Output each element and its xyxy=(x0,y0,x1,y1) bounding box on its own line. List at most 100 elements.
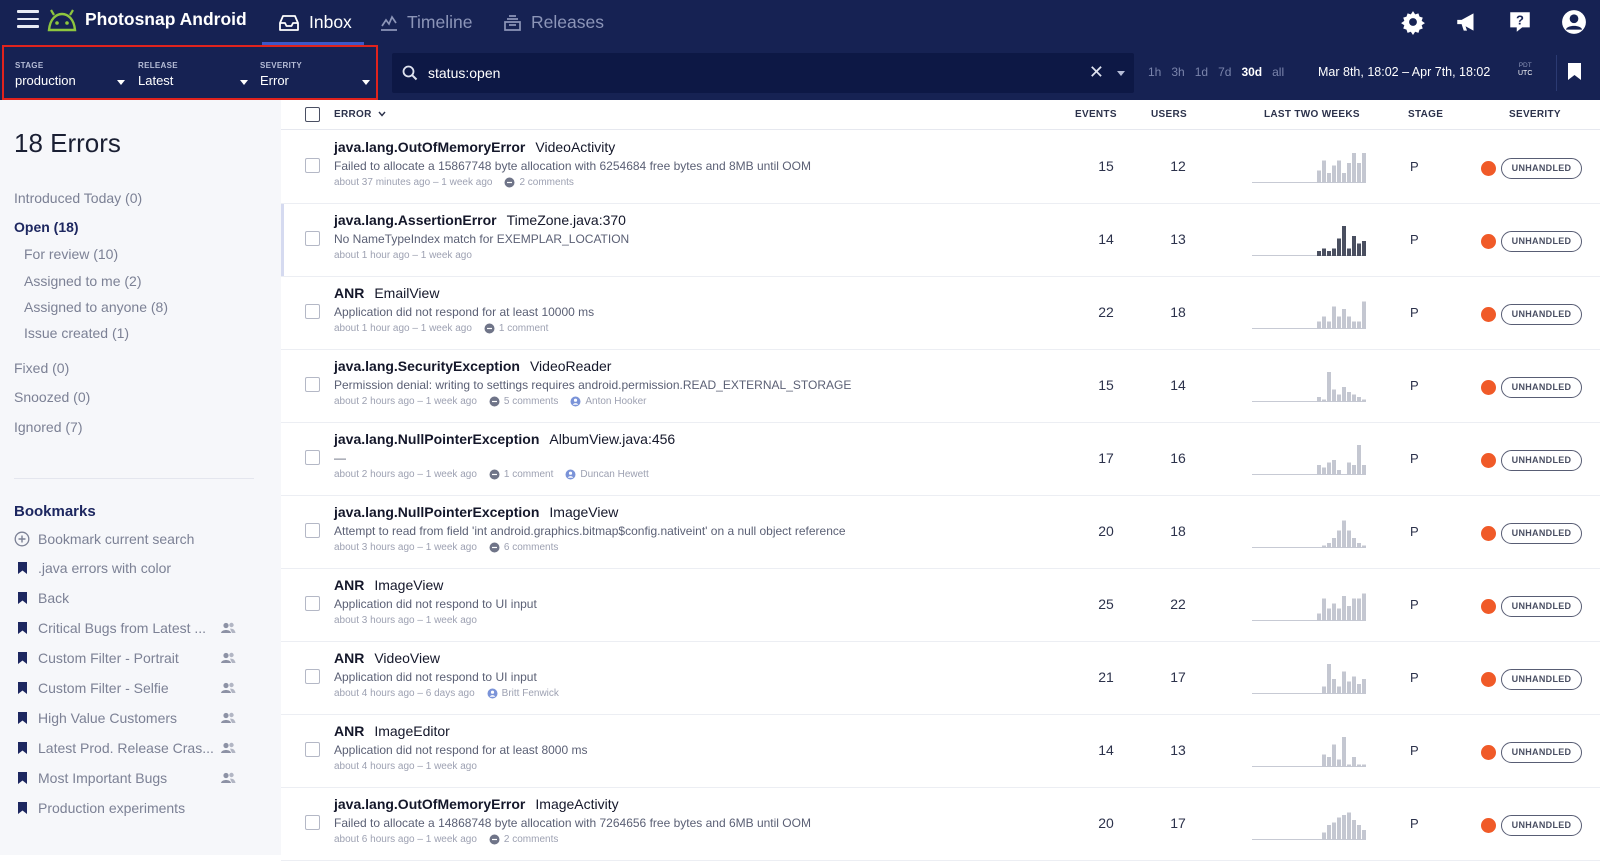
row-checkbox[interactable] xyxy=(305,523,320,538)
table-row[interactable]: java.lang.NullPointerException AlbumView.… xyxy=(281,423,1600,496)
table-row[interactable]: java.lang.AssertionError TimeZone.java:37… xyxy=(281,204,1600,277)
table-row[interactable]: java.lang.OutOfMemoryError VideoActivity F… xyxy=(281,131,1600,204)
row-comments[interactable]: 1 comment xyxy=(484,323,548,334)
sparkline-bar xyxy=(1337,160,1341,183)
row-comments[interactable]: 1 comment xyxy=(489,469,553,480)
row-assignee[interactable]: Anton Hooker xyxy=(570,396,647,407)
stage-dropdown[interactable]: STAGE production xyxy=(15,61,76,91)
filter-assigned-to-me[interactable]: Assigned to me (2) xyxy=(24,273,142,289)
tab-releases[interactable]: Releases xyxy=(503,0,604,45)
error-title[interactable]: ANR EmailView xyxy=(334,285,439,301)
error-title[interactable]: java.lang.AssertionError TimeZone.java:37… xyxy=(334,212,626,228)
error-title[interactable]: ANR VideoView xyxy=(334,650,440,666)
release-dropdown[interactable]: RELEASE Latest xyxy=(138,61,178,91)
filter-fixed[interactable]: Fixed (0) xyxy=(14,360,69,376)
events-count: 22 xyxy=(1098,304,1114,320)
row-checkbox[interactable] xyxy=(305,231,320,246)
bookmark-item[interactable]: High Value Customers xyxy=(14,708,236,728)
chevron-down-icon[interactable] xyxy=(1117,71,1125,76)
help-icon[interactable]: ? xyxy=(1507,9,1533,35)
filter-issue-created[interactable]: Issue created (1) xyxy=(24,325,129,341)
megaphone-icon[interactable] xyxy=(1454,9,1480,35)
error-title[interactable]: java.lang.OutOfMemoryError ImageActivity xyxy=(334,796,619,812)
shared-users-icon xyxy=(221,652,236,663)
bookmark-item[interactable]: Critical Bugs from Latest ... xyxy=(14,618,236,638)
tab-inbox[interactable]: Inbox xyxy=(262,0,364,45)
table-row[interactable]: ANR ImageEditor Application did not respon… xyxy=(281,715,1600,788)
chevron-down-icon[interactable] xyxy=(117,80,125,85)
search-box[interactable]: ✕ xyxy=(392,53,1134,93)
search-input[interactable] xyxy=(428,61,1048,85)
app-title[interactable]: Photosnap Android xyxy=(85,9,247,30)
row-comments[interactable]: 6 comments xyxy=(489,542,558,553)
row-assignee[interactable]: Britt Fenwick xyxy=(487,688,559,699)
table-row[interactable]: java.lang.SecurityException VideoReader Pe… xyxy=(281,350,1600,423)
row-checkbox[interactable] xyxy=(305,669,320,684)
status-badge: UNHANDLED xyxy=(1501,596,1582,617)
range-3h[interactable]: 3h xyxy=(1171,65,1184,79)
filter-ignored[interactable]: Ignored (7) xyxy=(14,419,82,435)
row-checkbox[interactable] xyxy=(305,304,320,319)
bookmark-icon[interactable] xyxy=(1568,63,1581,80)
bookmark-item[interactable]: Production experiments xyxy=(14,798,185,818)
row-checkbox[interactable] xyxy=(305,158,320,173)
user-icon[interactable] xyxy=(1561,9,1587,35)
bookmark-item[interactable]: Back xyxy=(14,588,69,608)
chevron-down-icon[interactable] xyxy=(240,80,248,85)
error-title[interactable]: ANR ImageView xyxy=(334,577,443,593)
row-assignee[interactable]: Duncan Hewett xyxy=(565,469,649,480)
bookmark-item[interactable]: Custom Filter - Portrait xyxy=(14,648,236,668)
column-events[interactable]: EVENTS xyxy=(1075,109,1117,120)
row-checkbox[interactable] xyxy=(305,450,320,465)
table-row[interactable]: java.lang.OutOfMemoryError ImageActivity F… xyxy=(281,788,1600,861)
filter-for-review[interactable]: For review (10) xyxy=(24,246,118,262)
chevron-down-icon[interactable] xyxy=(362,80,370,85)
error-title[interactable]: java.lang.SecurityException VideoReader xyxy=(334,358,611,374)
sparkline-bar xyxy=(1322,316,1326,329)
error-title[interactable]: java.lang.NullPointerException AlbumView.… xyxy=(334,431,675,447)
error-title[interactable]: java.lang.NullPointerException ImageView xyxy=(334,504,618,520)
range-7d[interactable]: 7d xyxy=(1218,65,1231,79)
range-1h[interactable]: 1h xyxy=(1148,65,1161,79)
close-icon[interactable]: ✕ xyxy=(1089,62,1104,83)
column-error-sort[interactable]: ERROR xyxy=(334,109,386,120)
bookmark-label: Production experiments xyxy=(38,800,186,816)
bookmark-item[interactable]: .java errors with color xyxy=(14,558,171,578)
column-last-two-weeks: LAST TWO WEEKS xyxy=(1264,109,1360,120)
filter-open[interactable]: Open (18) xyxy=(14,219,79,235)
severity-dropdown[interactable]: SEVERITY Error xyxy=(260,61,302,91)
row-checkbox[interactable] xyxy=(305,815,320,830)
table-row[interactable]: ANR VideoView Application did not respond … xyxy=(281,642,1600,715)
range-1d[interactable]: 1d xyxy=(1195,65,1208,79)
table-row[interactable]: java.lang.NullPointerException ImageView A… xyxy=(281,496,1600,569)
menu-icon[interactable] xyxy=(17,10,39,30)
row-comments[interactable]: 2 comments xyxy=(489,834,558,845)
date-range-picker[interactable]: Mar 8th, 18:02 – Apr 7th, 18:02 xyxy=(1318,65,1490,79)
select-all-checkbox[interactable] xyxy=(305,107,320,122)
timezone-toggle[interactable]: PDT UTC xyxy=(1518,62,1532,78)
bookmark-item[interactable]: Latest Prod. Release Cras... xyxy=(14,738,236,758)
error-title[interactable]: java.lang.OutOfMemoryError VideoActivity xyxy=(334,139,615,155)
row-checkbox[interactable] xyxy=(305,742,320,757)
row-checkbox[interactable] xyxy=(305,596,320,611)
row-comments[interactable]: 5 comments xyxy=(489,396,558,407)
bookmark-label: Bookmark current search xyxy=(38,531,195,547)
svg-text:?: ? xyxy=(1516,13,1524,28)
filter-introduced-today[interactable]: Introduced Today (0) xyxy=(14,190,142,206)
error-title[interactable]: ANR ImageEditor xyxy=(334,723,450,739)
tab-timeline[interactable]: Timeline xyxy=(380,0,472,45)
row-checkbox[interactable] xyxy=(305,377,320,392)
filter-snoozed[interactable]: Snoozed (0) xyxy=(14,389,90,405)
range-30d[interactable]: 30d xyxy=(1241,65,1262,79)
range-all[interactable]: all xyxy=(1272,65,1284,79)
bookmark-item[interactable]: Custom Filter - Selfie xyxy=(14,678,236,698)
table-row[interactable]: ANR EmailView Application did not respond … xyxy=(281,277,1600,350)
row-comments[interactable]: 2 comments xyxy=(504,177,574,188)
gear-icon[interactable] xyxy=(1400,9,1426,35)
filter-assigned-to-anyone[interactable]: Assigned to anyone (8) xyxy=(24,299,168,315)
bookmark-current-search-button[interactable]: Bookmark current search xyxy=(14,529,194,549)
sidebar: 18 Errors Introduced Today (0) Open (18)… xyxy=(0,100,281,855)
table-row[interactable]: ANR ImageView Application did not respond … xyxy=(281,569,1600,642)
column-users[interactable]: USERS xyxy=(1151,109,1187,120)
bookmark-item[interactable]: Most Important Bugs xyxy=(14,768,236,788)
